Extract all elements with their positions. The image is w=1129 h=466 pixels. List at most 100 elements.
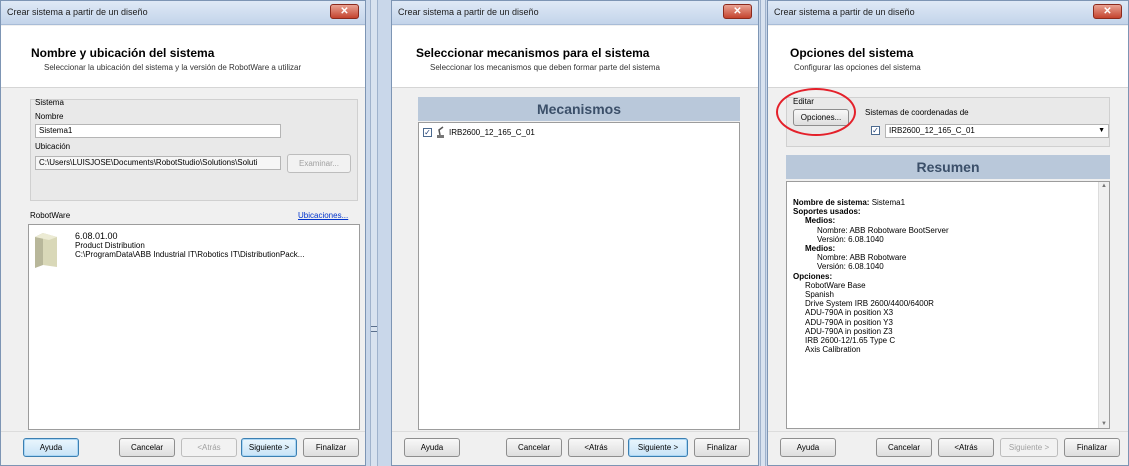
locations-link[interactable]: Ubicaciones...: [298, 211, 348, 220]
help-button[interactable]: Ayuda: [23, 438, 79, 457]
summary-line-text: ADU-790A in position Z3: [805, 326, 893, 336]
back-button[interactable]: <Atrás: [938, 438, 994, 457]
summary-line-value: Sistema1: [869, 198, 906, 207]
location-label: Ubicación: [35, 142, 71, 151]
mechanism-checkbox[interactable]: ✓: [423, 128, 432, 137]
close-button[interactable]: ✕: [723, 4, 752, 19]
summary-header: Resumen: [786, 155, 1110, 179]
summary-line: ADU-790A in position X3: [805, 308, 893, 317]
page-subtitle: Seleccionar los mecanismos que deben for…: [430, 63, 660, 72]
summary-line-text: Versión: 6.08.1040: [817, 262, 884, 272]
page-title: Nombre y ubicación del sistema: [31, 46, 215, 60]
next-button[interactable]: Siguiente >: [1000, 438, 1058, 457]
window-title: Crear sistema a partir de un diseño: [7, 7, 148, 17]
page-subtitle: Seleccionar la ubicación del sistema y l…: [44, 63, 302, 72]
summary-line-text: Medios:: [805, 216, 836, 226]
system-group-label: Sistema: [35, 98, 64, 107]
help-button[interactable]: Ayuda: [404, 438, 460, 457]
wizard-footer: Ayuda Cancelar <Atrás Siguiente > Finali…: [1, 431, 365, 465]
robotware-list[interactable]: 6.08.01.00 Product Distribution C:\Progr…: [28, 224, 360, 430]
scroll-down-icon[interactable]: ▼: [1101, 421, 1107, 427]
splitter[interactable]: [370, 0, 378, 466]
cancel-button[interactable]: Cancelar: [119, 438, 175, 457]
summary-line-text: ADU-790A in position X3: [805, 308, 894, 318]
chevron-down-icon: ▼: [1098, 127, 1105, 134]
wizard-header: Nombre y ubicación del sistema Seleccion…: [1, 26, 365, 88]
back-button[interactable]: <Atrás: [568, 438, 624, 457]
coord-system-select[interactable]: IRB2600_12_165_C_01 ▼: [885, 124, 1109, 138]
system-group: Sistema Nombre Sistema1 Ubicación C:\Use…: [30, 98, 358, 201]
next-button[interactable]: Siguiente >: [628, 438, 688, 457]
wizard-footer: Ayuda Cancelar <Atrás Siguiente > Finali…: [392, 431, 758, 465]
summary-line-text: Versión: 6.08.1040: [817, 234, 884, 244]
back-button[interactable]: <Atrás: [181, 438, 237, 457]
summary-line: Medios:: [805, 244, 835, 253]
folder-icon: [33, 231, 59, 269]
title-bar[interactable]: Crear sistema a partir de un diseño ✕: [768, 1, 1128, 25]
summary-line: ADU-790A in position Y3: [805, 318, 893, 327]
page-title: Seleccionar mecanismos para el sistema: [416, 46, 650, 60]
robotware-path: C:\ProgramData\ABB Industrial IT\Robotic…: [75, 250, 305, 259]
summary-line: RobotWare Base: [805, 281, 866, 290]
coord-systems-label: Sistemas de coordenadas de: [865, 108, 969, 117]
robot-icon: [436, 126, 445, 138]
mechanisms-header: Mecanismos: [418, 97, 740, 121]
window-title: Crear sistema a partir de un diseño: [774, 7, 915, 17]
scroll-up-icon[interactable]: ▲: [1101, 183, 1107, 189]
summary-line-text: ADU-790A in position Y3: [805, 317, 893, 327]
wizard-header: Seleccionar mecanismos para el sistema S…: [392, 26, 758, 88]
location-input[interactable]: C:\Users\LUISJOSE\Documents\RobotStudio\…: [35, 156, 281, 170]
summary-line: Versión: 6.08.1040: [817, 262, 884, 271]
name-label: Nombre: [35, 112, 64, 121]
finish-button[interactable]: Finalizar: [303, 438, 359, 457]
summary-line: Axis Calibration: [805, 345, 861, 354]
robotware-version: 6.08.01.00: [75, 231, 118, 241]
dialog-system-name-location: Crear sistema a partir de un diseño ✕ No…: [0, 0, 366, 466]
robotware-list-item[interactable]: 6.08.01.00 Product Distribution C:\Progr…: [33, 229, 353, 271]
page-title: Opciones del sistema: [790, 46, 914, 60]
next-button[interactable]: Siguiente >: [241, 438, 297, 457]
robotware-distribution: Product Distribution: [75, 241, 145, 250]
summary-line-text: Nombre de sistema:: [793, 198, 870, 207]
summary-line-text: Axis Calibration: [805, 345, 861, 355]
summary-line: Nombre: ABB Robotware: [817, 253, 906, 262]
help-button[interactable]: Ayuda: [780, 438, 836, 457]
summary-line-text: IRB 2600-12/1.65 Type C: [805, 336, 896, 345]
summary-line-text: Drive System IRB 2600/4400/6400R: [805, 299, 934, 309]
summary-line: Opciones:: [793, 272, 832, 281]
summary-line: Drive System IRB 2600/4400/6400R: [805, 299, 934, 308]
summary-line-text: Medios:: [805, 244, 836, 253]
dialog-system-options: Crear sistema a partir de un diseño ✕ Op…: [767, 0, 1129, 466]
mechanisms-list[interactable]: ✓ IRB2600_12_165_C_01: [418, 122, 740, 430]
mechanism-name: IRB2600_12_165_C_01: [449, 128, 535, 137]
wizard-footer: Ayuda Cancelar <Atrás Siguiente > Finali…: [768, 431, 1128, 465]
summary-line: Versión: 6.08.1040: [817, 235, 884, 244]
finish-button[interactable]: Finalizar: [1064, 438, 1120, 457]
highlight-circle: [776, 88, 856, 136]
summary-line: Soportes usados:: [793, 207, 861, 216]
finish-button[interactable]: Finalizar: [694, 438, 750, 457]
title-bar[interactable]: Crear sistema a partir de un diseño ✕: [1, 1, 365, 25]
summary-panel[interactable]: Nombre de sistema: Sistema1 Soportes usad…: [786, 181, 1110, 429]
title-bar[interactable]: Crear sistema a partir de un diseño ✕: [392, 1, 758, 25]
summary-line: Nombre de sistema: Sistema1: [793, 198, 905, 207]
summary-line: Medios:: [805, 216, 835, 225]
summary-line-text: RobotWare Base: [805, 280, 866, 290]
cancel-button[interactable]: Cancelar: [876, 438, 932, 457]
close-button[interactable]: ✕: [330, 4, 359, 19]
window-title: Crear sistema a partir de un diseño: [398, 7, 539, 17]
summary-line: IRB 2600-12/1.65 Type C: [805, 336, 895, 345]
coord-system-value: IRB2600_12_165_C_01: [889, 126, 975, 135]
coord-checkbox[interactable]: ✓: [871, 126, 880, 135]
dialog-select-mechanisms: Crear sistema a partir de un diseño ✕ Se…: [391, 0, 759, 466]
summary-line-text: Nombre: ABB Robotware BootServer: [817, 225, 949, 235]
page-subtitle: Configurar las opciones del sistema: [794, 63, 921, 72]
close-button[interactable]: ✕: [1093, 4, 1122, 19]
summary-line-text: Nombre: ABB Robotware: [817, 253, 907, 263]
system-name-input[interactable]: Sistema1: [35, 124, 281, 138]
summary-line-text: Spanish: [805, 290, 834, 299]
scrollbar[interactable]: ▲ ▼: [1098, 182, 1109, 428]
browse-button[interactable]: Examinar...: [287, 154, 351, 173]
splitter[interactable]: [760, 0, 766, 466]
cancel-button[interactable]: Cancelar: [506, 438, 562, 457]
